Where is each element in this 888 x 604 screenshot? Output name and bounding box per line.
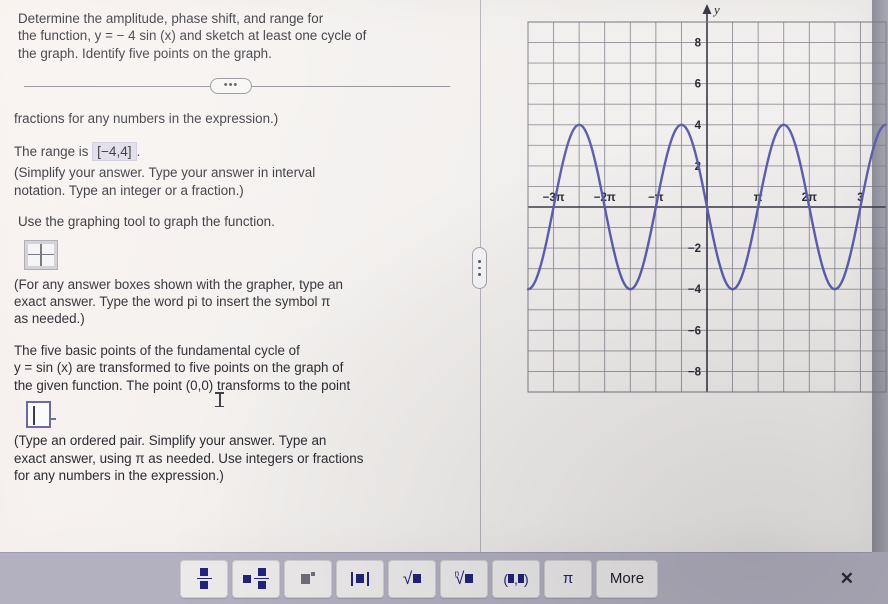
ordered-pair-icon: (,) (503, 570, 529, 587)
answer-box-tail (50, 418, 56, 421)
y-tick-labels: 8642−2−4−6−8 (688, 38, 702, 379)
five-points-line-1: The five basic points of the fundamental… (14, 342, 300, 358)
y-axis-label: y (712, 2, 720, 17)
exponent-icon (301, 571, 315, 584)
square-root-icon: √ (403, 569, 422, 589)
quadrant-top-left (28, 243, 41, 254)
x-tick-labels: −3π −2π −π π 2π 3 (543, 192, 864, 204)
mixed-number-button[interactable] (232, 559, 280, 598)
simplify-note-line-1: (Simplify your answer. Type your answer … (14, 165, 316, 181)
range-label: The range is (14, 143, 89, 159)
problem-statement-line-2: the function, y = − 4 sin (x) and sketch… (18, 28, 367, 44)
screen-photo: Determine the amplitude, phase shift, an… (0, 0, 888, 604)
fraction-button[interactable] (180, 559, 228, 598)
ordered-pair-button[interactable]: (,) (492, 559, 540, 598)
problem-statement-line-1: Determine the amplitude, phase shift, an… (18, 11, 324, 26)
mixed-number-icon (243, 567, 269, 590)
exercise-page: Determine the amplitude, phase shift, an… (0, 0, 888, 552)
svg-text:−6: −6 (688, 325, 701, 337)
pi-icon: π (562, 570, 574, 587)
pi-button[interactable]: π (544, 559, 592, 598)
range-answer-field[interactable]: [−4,4] (92, 141, 137, 162)
grip-dot (478, 260, 481, 263)
range-period: . (136, 143, 141, 159)
simplify-note: (Simplify your answer. Type your answer … (14, 164, 456, 199)
absolute-value-button[interactable] (336, 559, 384, 598)
ordered-pair-input[interactable] (26, 401, 51, 429)
nth-root-icon: n √ (455, 569, 474, 589)
grapher-note-line-3: as needed.) (14, 311, 85, 327)
problem-statement-line-3: the graph. Identify five points on the g… (18, 45, 272, 61)
exponent-button[interactable] (284, 559, 332, 598)
fraction-icon (196, 567, 212, 590)
continued-instruction: fractions for any numbers in the express… (14, 111, 279, 127)
graph-panel[interactable]: y 8 6 4 2 −2 −4 −6 −8 −3π −2π −π π 2π 3 (486, 0, 888, 552)
sine-graph[interactable]: y8642−2−4−6−8−3π −2π −π π 2π 3 (486, 0, 888, 420)
range-answer-row: The range is [−4,4]. (14, 141, 456, 162)
math-symbol-palette[interactable]: √ n √ (,) π More ✕ (0, 552, 872, 604)
svg-text:−8: −8 (688, 366, 702, 378)
y-axis-arrow-icon (702, 4, 712, 14)
more-button[interactable]: More (596, 559, 658, 598)
svg-text:6: 6 (695, 79, 701, 91)
question-panel: Determine the amplitude, phase shift, an… (0, 0, 470, 552)
grapher-note: (For any answer boxes shown with the gra… (14, 276, 456, 328)
grapher-note-line-2: exact answer. Type the word pi to insert… (14, 294, 331, 310)
ordered-pair-note: (Type an ordered pair. Simplify your ans… (14, 432, 456, 484)
five-points-paragraph: The five basic points of the fundamental… (14, 342, 456, 394)
graphing-tool-icon[interactable] (24, 239, 58, 270)
quadrant-bottom-right (41, 255, 54, 266)
divider-ellipsis-button[interactable]: ••• (210, 78, 252, 95)
ordered-pair-note-line-2: exact answer, using π as needed. Use int… (14, 450, 364, 466)
svg-text:−2: −2 (688, 243, 701, 255)
splitter-grip-handle[interactable] (472, 247, 487, 289)
nth-root-button[interactable]: n √ (440, 559, 488, 598)
quadrant-bottom-left (28, 255, 41, 266)
close-palette-button[interactable]: ✕ (840, 570, 854, 587)
five-points-line-3: the given function. The point (0,0) tran… (14, 377, 351, 393)
svg-text:8: 8 (695, 38, 702, 50)
pane-splitter[interactable] (472, 0, 487, 552)
svg-text:4: 4 (695, 120, 702, 132)
quadrant-top-right (41, 243, 54, 254)
five-points-line-2: y = sin (x) are transformed to five poin… (14, 360, 344, 376)
grid-quadrants-icon (28, 243, 54, 266)
graphing-tool-instruction: Use the graphing tool to graph the funct… (18, 214, 275, 230)
problem-statement: Determine the amplitude, phase shift, an… (14, 6, 456, 62)
palette-left-spacer (0, 578, 180, 579)
section-divider: ••• (14, 74, 456, 100)
ordered-pair-note-line-3: for any numbers in the expression.) (14, 468, 224, 483)
ordered-pair-answer-row (14, 394, 456, 432)
grip-dot (478, 273, 481, 276)
grapher-note-line-1: (For any answer boxes shown with the gra… (14, 276, 343, 292)
grip-dot (478, 266, 481, 270)
simplify-note-line-2: notation. Type an integer or a fraction.… (14, 182, 244, 198)
square-root-button[interactable]: √ (388, 559, 436, 598)
absolute-value-icon (351, 571, 369, 586)
svg-text:−4: −4 (688, 284, 702, 296)
ordered-pair-note-line-1: (Type an ordered pair. Simplify your ans… (14, 433, 327, 449)
